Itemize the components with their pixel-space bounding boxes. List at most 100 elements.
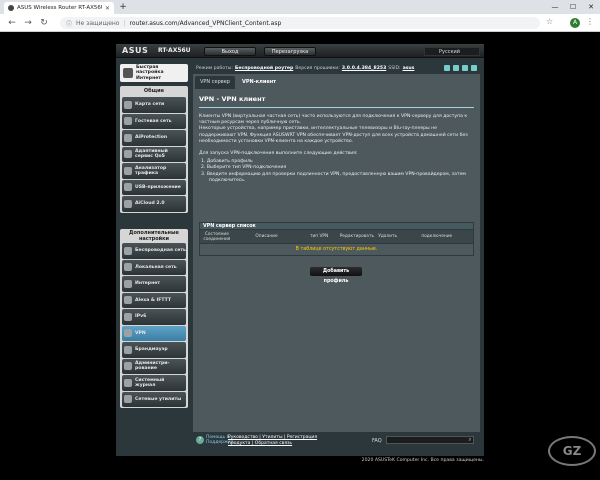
sidebar-item-qos[interactable]: Адаптивный сервис QoS <box>122 146 186 162</box>
sidebar-item-label: AiCloud 2.0 <box>135 201 165 207</box>
sidebar-item-guest-network[interactable]: Гостевая сеть <box>122 113 186 129</box>
vpn-icon <box>124 329 132 338</box>
guest-status-icon[interactable] <box>462 65 468 71</box>
footer-links[interactable]: Руководство | Утилиты | Регистрация прод… <box>228 435 338 447</box>
mode-value-link[interactable]: Беспроводной роутер <box>235 66 293 71</box>
faq-label: FAQ <box>372 438 382 444</box>
status-bar: Режим работы: Беспроводной роутер Версия… <box>193 62 480 74</box>
sidebar-item-usb-app[interactable]: USB-приложение <box>122 179 186 195</box>
column-header-vpn-type: тип VPN <box>310 234 329 239</box>
quick-setup-label: Быстрая настройка Интернет <box>136 64 164 81</box>
internet-status-icon[interactable] <box>444 65 450 71</box>
address-bar[interactable]: ⓘ Не защищено | router.asus.com/Advanced… <box>60 17 540 29</box>
address-separator: | <box>123 19 126 27</box>
not-secure-label: Не защищено <box>76 19 120 27</box>
lan-icon <box>124 263 132 272</box>
column-header-connection: подключение <box>421 234 453 239</box>
main-content: Режим работы: Беспроводной роутер Версия… <box>193 62 480 432</box>
close-tab-icon[interactable]: ✕ <box>105 5 110 12</box>
sidebar-item-label: Адаптивный сервис QoS <box>135 149 168 160</box>
router-footer: ? Помощь & Поддержка Руководство | Утилит… <box>116 432 484 456</box>
browser-tabstrip: ASUS Wireless Router RT-AX56U ✕ + — ☐ ✕ <box>0 0 600 14</box>
asus-favicon-icon <box>8 5 14 11</box>
sidebar-item-lan[interactable]: Локальная сеть <box>122 259 186 275</box>
usb-status-icon[interactable] <box>453 65 459 71</box>
steps-list: 1. Добавить профиль 2. Выберите тип VPN-… <box>201 159 474 184</box>
column-header-status: Состояние соединения <box>203 231 231 242</box>
sidebar-item-ipv6[interactable]: IPv6 <box>122 309 186 325</box>
language-select[interactable]: Русский <box>424 47 480 56</box>
column-header-description: Описание <box>255 234 278 239</box>
url-text[interactable]: router.asus.com/Advanced_VPNClient_Conte… <box>130 20 282 27</box>
maximize-button[interactable]: ☐ <box>564 0 582 14</box>
sidebar-item-firewall[interactable]: Брандмауэр <box>122 342 186 358</box>
ssid-label: SSID: <box>388 65 401 71</box>
title-divider <box>199 107 474 108</box>
vpn-tabs: VPN сервер VPN-клиент <box>193 76 282 89</box>
sidebar-item-vpn[interactable]: VPN <box>122 325 186 341</box>
search-icon[interactable]: ⌕ <box>466 436 474 444</box>
browser-tab-title: ASUS Wireless Router RT-AX56U <box>17 5 102 11</box>
qos-icon <box>124 150 132 159</box>
guest-network-icon <box>124 117 132 126</box>
firewall-icon <box>124 345 132 354</box>
sidebar-item-label: Интернет <box>135 281 161 287</box>
sidebar-item-aiprotection[interactable]: AiProtection <box>122 130 186 146</box>
router-page: ASUS RT-AX56U Выход Перезагрузка Русский… <box>116 44 484 456</box>
copyright: 2020 ASUSTeK Computer Inc. Все права защ… <box>361 458 484 463</box>
table-title: VPN сервер список <box>199 222 474 230</box>
sidebar-item-administration[interactable]: Администри-рование <box>122 358 186 374</box>
firmware-label: Версия прошивки: <box>295 65 340 71</box>
sidebar-item-network-tools[interactable]: Сетевые утилиты <box>122 391 186 407</box>
minimize-button[interactable]: — <box>546 0 564 14</box>
sidebar-item-network-map[interactable]: Карта сети <box>122 97 186 113</box>
tab-vpn-server[interactable]: VPN сервер <box>195 76 235 89</box>
general-group-title: Общие <box>143 88 165 94</box>
sidebar-item-label: Анализатор трафика <box>135 165 167 176</box>
sidebar-item-wan[interactable]: Интернет <box>122 276 186 292</box>
logout-button[interactable]: Выход <box>204 47 256 56</box>
browser-tab[interactable]: ASUS Wireless Router RT-AX56U ✕ <box>4 2 114 14</box>
tab-vpn-client[interactable]: VPN-клиент <box>236 76 282 89</box>
forward-arrow-icon[interactable]: → <box>22 17 34 29</box>
app-status-icon[interactable] <box>471 65 477 71</box>
sidebar-item-label: Гостевая сеть <box>135 118 172 124</box>
add-profile-button[interactable]: Добавить профиль <box>309 266 363 284</box>
info-icon[interactable]: ⓘ <box>66 19 72 28</box>
ssid-value-link[interactable]: asus <box>403 66 415 71</box>
sidebar-item-label: VPN <box>135 330 146 336</box>
vpn-client-panel: VPN - VPN клиент Клиенты VPN (виртуальна… <box>193 89 480 432</box>
sidebar-item-alexa-ifttt[interactable]: Alexa & IFTTT <box>122 292 186 308</box>
sidebar-item-traffic-analyzer[interactable]: Анализатор трафика <box>122 163 186 179</box>
reboot-button[interactable]: Перезагрузка <box>264 47 316 56</box>
help-icon: ? <box>196 436 204 444</box>
sidebar-item-aicloud[interactable]: AiCloud 2.0 <box>122 196 186 212</box>
footer-links-line-2[interactable]: продукта | Обратная связь <box>228 441 292 446</box>
vpn-profile-table: VPN сервер список Состояние соединения О… <box>199 222 474 256</box>
sidebar-item-system-log[interactable]: Системный журнал <box>122 375 186 391</box>
general-group: Общие Карта сети Гостевая сеть AiProtect… <box>120 86 188 213</box>
tools-icon <box>124 395 132 404</box>
usb-icon <box>124 183 132 192</box>
back-arrow-icon[interactable]: ← <box>6 17 18 29</box>
profile-avatar[interactable]: A <box>570 18 580 28</box>
faq-search-input[interactable] <box>386 436 474 444</box>
column-header-delete: Удалить <box>378 234 397 239</box>
sidebar-item-wireless[interactable]: Беспроводная сеть <box>122 243 186 259</box>
sidebar-item-label: Беспроводная сеть <box>135 248 186 254</box>
firmware-value-link[interactable]: 3.0.0.4.384_8253 <box>342 66 386 71</box>
browser-menu-icon[interactable]: ⋮ <box>586 17 594 26</box>
new-tab-button[interactable]: + <box>118 2 128 12</box>
alexa-icon <box>124 296 132 305</box>
table-header-row: Состояние соединения Описание тип VPN Ре… <box>199 230 474 244</box>
quick-setup-button[interactable]: Быстрая настройка Интернет <box>120 64 188 82</box>
steps-intro: Для запуска VPN-подключения выполните сл… <box>199 151 358 157</box>
footer-links-line-1[interactable]: Руководство | Утилиты | Регистрация <box>228 435 317 440</box>
reload-icon[interactable]: ↻ <box>38 17 50 29</box>
page-title: VPN - VPN клиент <box>199 95 266 103</box>
bookmark-star-icon[interactable]: ☆ <box>546 17 553 26</box>
column-header-edit: Редактировать <box>339 234 374 239</box>
sidebar-item-label: USB-приложение <box>135 184 181 190</box>
gear-icon <box>124 362 132 371</box>
close-window-button[interactable]: ✕ <box>582 0 600 14</box>
